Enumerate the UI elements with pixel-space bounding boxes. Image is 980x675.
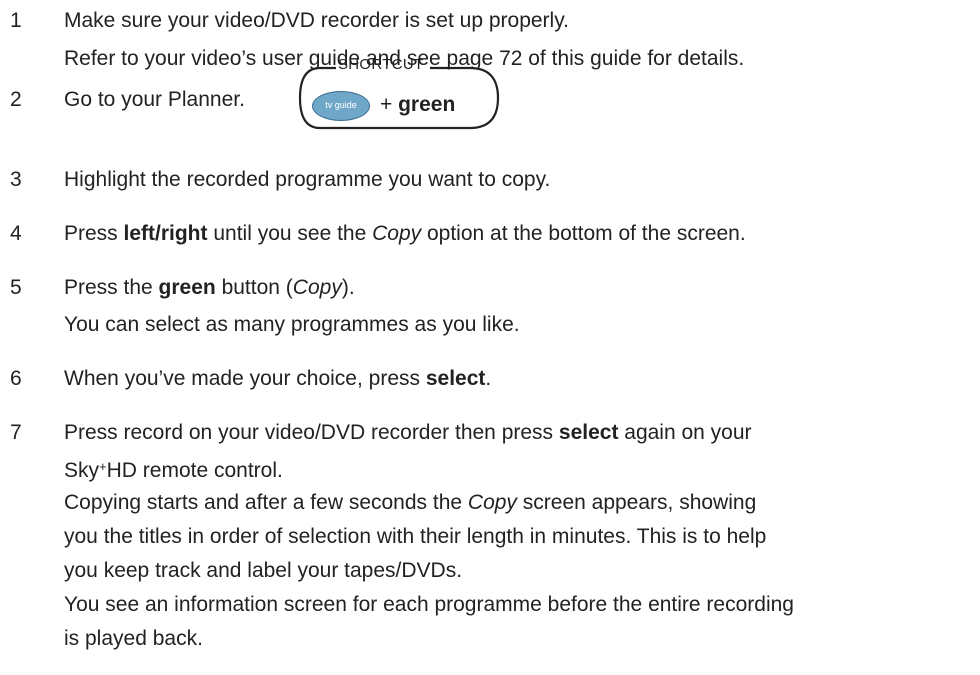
step-text: Press record on your video/DVD recorder …	[64, 416, 752, 449]
step-text-line-6: You see an information screen for each p…	[64, 593, 794, 616]
text-run: Sky	[64, 459, 100, 482]
shortcut-label: SHORTCUT	[338, 56, 424, 73]
step-text-line-2: Sky+HD remote control.	[64, 450, 283, 487]
step-text: Make sure your video/DVD recorder is set…	[64, 9, 569, 32]
italic-run: Copy	[292, 276, 342, 299]
shortcut-keys: + green	[380, 87, 455, 123]
text-run: HD remote control.	[106, 459, 283, 482]
step-text: Highlight the recorded programme you wan…	[64, 168, 551, 191]
bold-run: select	[425, 367, 486, 390]
step-text: Press left/right until you see the Copy …	[64, 217, 746, 250]
step-text: Press the green button (Copy).	[64, 271, 355, 304]
text-run: until you see the	[207, 222, 373, 245]
text-run: Press	[64, 222, 124, 245]
step-text-line-3: Copying starts and after a few seconds t…	[64, 486, 756, 519]
step-text-line-4: you the titles in order of selection wit…	[64, 525, 767, 548]
text-run: ).	[341, 276, 355, 299]
bold-run: left/right	[123, 222, 208, 245]
step-subtext: You can select as many programmes as you…	[64, 313, 520, 336]
italic-run: Copy	[372, 222, 422, 245]
text-run: option at the bottom of the screen.	[421, 222, 746, 245]
step-text-line-5: you keep track and label your tapes/DVDs…	[64, 559, 463, 582]
step-text: When you’ve made your choice, press sele…	[64, 362, 491, 395]
text-run: Press record on your video/DVD recorder …	[64, 421, 559, 444]
step-text-line-7: is played back.	[64, 627, 203, 650]
step-number: 4	[10, 222, 22, 245]
green-key: green	[398, 93, 456, 116]
step-text: Go to your Planner.	[64, 88, 245, 111]
step-number: 1	[10, 9, 22, 32]
step-number: 5	[10, 276, 22, 299]
tv-guide-button-icon: tv guide	[312, 91, 370, 121]
step-number: 2	[10, 88, 22, 111]
bold-run: green	[158, 276, 216, 299]
superscript-plus: +	[99, 459, 107, 474]
text-run: When you’ve made your choice, press	[64, 367, 426, 390]
text-run: Copying starts and after a few seconds t…	[64, 491, 468, 514]
step-number: 7	[10, 421, 22, 444]
text-run: button (	[215, 276, 293, 299]
bold-run: select	[558, 421, 619, 444]
plus-sign: +	[380, 93, 399, 116]
text-run: again on your	[618, 421, 752, 444]
shortcut-box: SHORTCUT tv guide + green	[270, 56, 502, 130]
text-run: Press the	[64, 276, 159, 299]
italic-run: Copy	[467, 491, 517, 514]
text-run: .	[485, 367, 492, 390]
text-run: screen appears, showing	[516, 491, 757, 514]
step-number: 6	[10, 367, 22, 390]
step-number: 3	[10, 168, 22, 191]
